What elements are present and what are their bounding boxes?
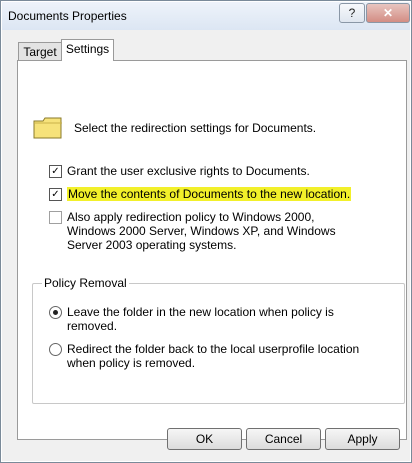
radio-redirect-back[interactable]: [49, 343, 62, 356]
checkbox-label: Also apply redirection policy to Windows…: [67, 210, 336, 252]
help-button[interactable]: ?: [339, 3, 365, 23]
folder-icon: [33, 117, 62, 139]
close-button[interactable]: ✕: [366, 3, 410, 23]
settings-panel: Select the redirection settings for Docu…: [17, 60, 407, 440]
radio-label: Leave the folder in the new location whe…: [67, 305, 334, 333]
info-text: Select the redirection settings for Docu…: [74, 121, 317, 135]
policy-removal-group: Policy Removal Leave the folder in the n…: [32, 276, 405, 404]
checkbox-box[interactable]: ✓: [49, 165, 62, 178]
window-title: Documents Properties: [8, 9, 127, 23]
checkbox-label: Move the contents of Documents to the ne…: [67, 187, 352, 201]
group-title: Policy Removal: [42, 276, 129, 290]
highlighted-text: Move the contents of Documents to the ne…: [67, 187, 352, 201]
properties-dialog: Documents Properties ? ✕ Target Settings…: [0, 0, 412, 463]
dialog-content: Target Settings Select the redirection s…: [9, 30, 407, 454]
ok-button[interactable]: OK: [167, 428, 242, 450]
checkbox-box[interactable]: ✓: [49, 188, 62, 201]
radio-leave-folder[interactable]: [49, 306, 62, 319]
radio-label: Redirect the folder back to the local us…: [67, 342, 360, 370]
apply-button[interactable]: Apply: [325, 428, 400, 450]
checkbox-label: Grant the user exclusive rights to Docum…: [67, 164, 310, 178]
tab-target[interactable]: Target: [18, 42, 62, 61]
tab-settings[interactable]: Settings: [61, 39, 114, 61]
cancel-button[interactable]: Cancel: [246, 428, 321, 450]
title-bar: Documents Properties ? ✕: [2, 2, 410, 30]
checkbox-box[interactable]: [49, 211, 62, 224]
